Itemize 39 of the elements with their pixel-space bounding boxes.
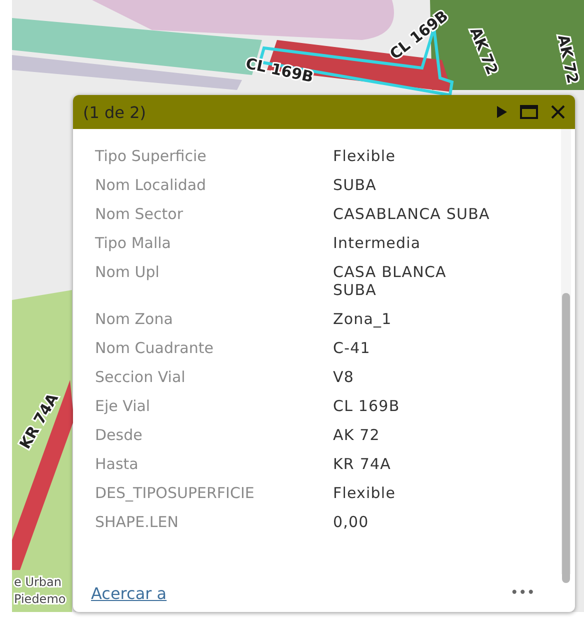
field-label: Desde (95, 426, 144, 444)
field-label: Seccion Vial (95, 368, 186, 386)
field-value: 0,00 (333, 513, 370, 531)
field-label: Eje Vial (95, 397, 152, 415)
zoom-to-link[interactable]: Acercar a (91, 584, 167, 602)
field-label: Nom Localidad (95, 176, 208, 194)
field-label: Tipo Superficie (95, 147, 208, 165)
field-label: Nom Cuadrante (95, 339, 214, 357)
map-label: AK 72 (554, 33, 582, 86)
field-value: AK 72 (333, 426, 381, 444)
maximize-button[interactable] (517, 102, 541, 122)
field-value: KR 74A (333, 455, 392, 473)
field-value: SUBA (333, 176, 378, 194)
field-value: CASA BLANCA SUBA (333, 263, 448, 299)
map-label: e Urban (14, 575, 62, 589)
field-value: Intermedia (333, 234, 422, 252)
map-label: AK 72 (466, 24, 502, 78)
field-label: Nom Sector (95, 205, 184, 223)
popup-title: (1 de 2) (83, 102, 148, 122)
field-value: CL 169B (333, 397, 401, 415)
field-value: Flexible (333, 147, 397, 165)
field-value: Zona_1 (333, 310, 393, 328)
more-options-button[interactable]: ••• (510, 585, 535, 601)
next-icon (496, 105, 508, 119)
scrollbar-thumb[interactable] (562, 293, 570, 583)
field-label: Tipo Malla (95, 234, 172, 252)
field-label: Nom Zona (95, 310, 174, 328)
maximize-icon (520, 105, 538, 119)
field-value: C-41 (333, 339, 372, 357)
field-value: V8 (333, 368, 356, 386)
map-label: Piedemo (14, 592, 66, 606)
field-value: CASABLANCA SUBA (333, 205, 491, 223)
field-value: Flexible (333, 484, 397, 502)
field-label: Hasta (95, 455, 140, 473)
close-icon (550, 104, 566, 120)
map-label: CL 169B (244, 54, 315, 86)
field-label: SHAPE.LEN (95, 513, 180, 531)
field-label: Nom Upl (95, 263, 160, 283)
field-label: DES_TIPOSUPERFICIE (95, 484, 256, 502)
